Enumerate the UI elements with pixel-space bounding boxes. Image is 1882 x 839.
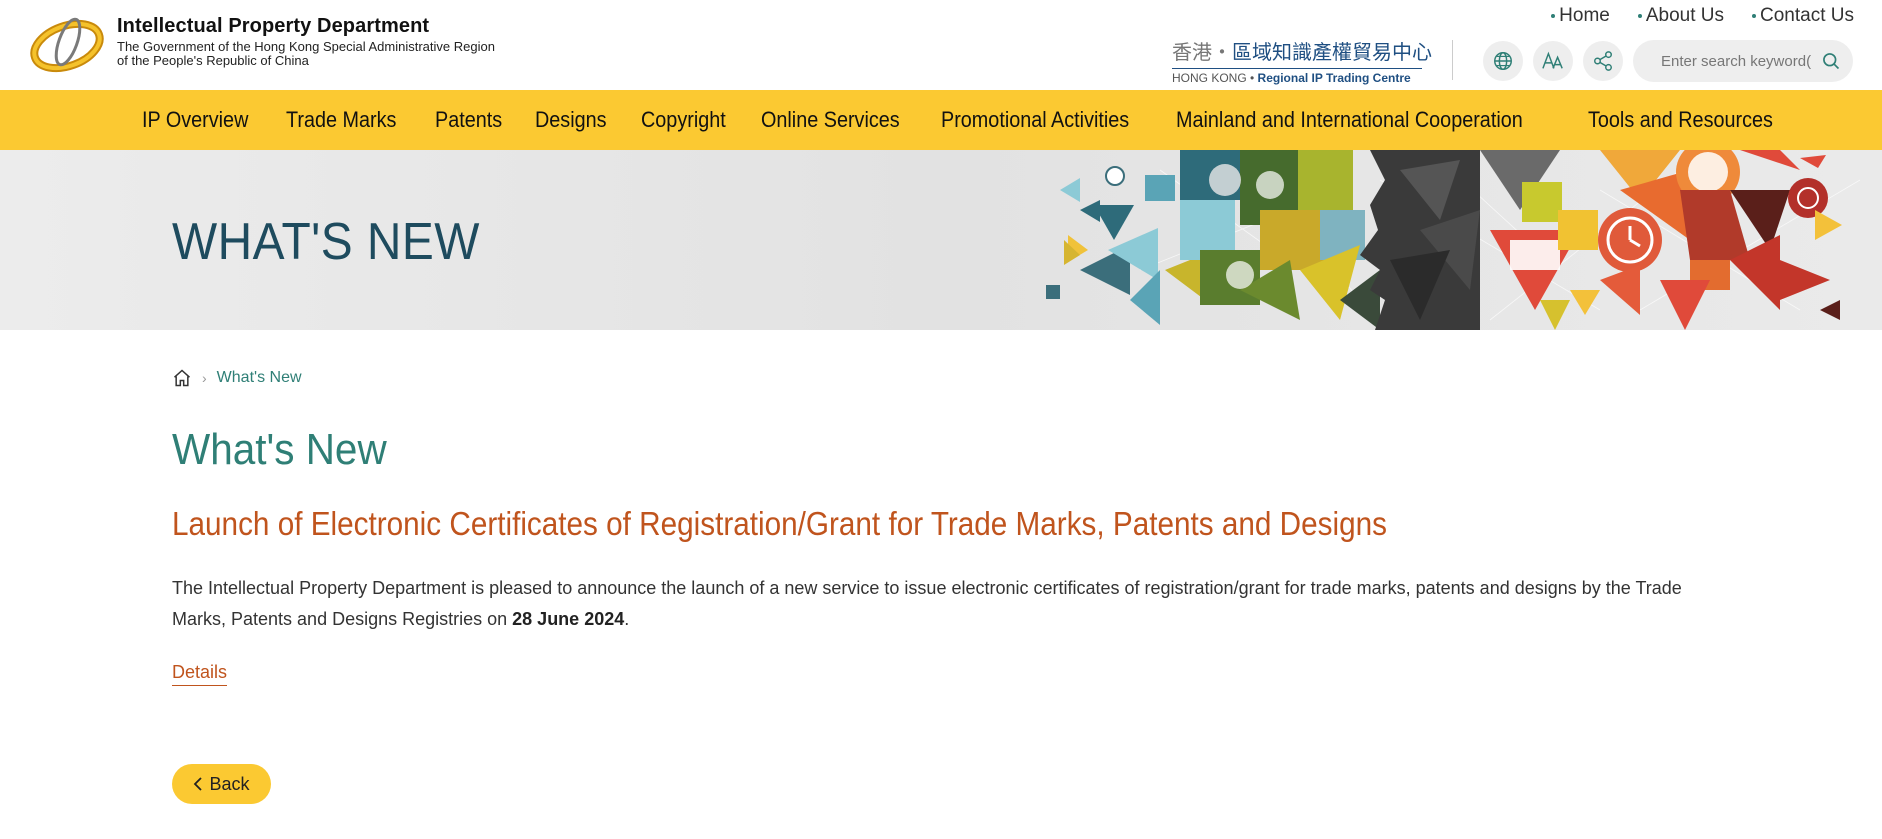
chevron-left-icon: [194, 777, 203, 791]
nav-trade-marks[interactable]: Trade Marks: [268, 90, 414, 150]
ipd-logo[interactable]: [28, 10, 106, 78]
nav-designs[interactable]: Designs: [517, 90, 625, 150]
ip-trading-en: HONG KONG • Regional IP Trading Centre: [1172, 71, 1411, 85]
news-body: The Intellectual Property Department is …: [172, 578, 1682, 629]
nav-online-services[interactable]: Online Services: [743, 90, 918, 150]
bullet-icon: [1752, 14, 1757, 18]
globe-icon: [1494, 52, 1512, 70]
government-line-2: of the People's Republic of China: [117, 53, 309, 68]
site-header: Intellectual Property Department The Gov…: [0, 0, 1882, 90]
header-divider: [1452, 40, 1453, 80]
contact-us-link[interactable]: Contact Us: [1752, 5, 1854, 27]
back-button-label: Back: [209, 773, 250, 794]
font-size-button[interactable]: [1533, 41, 1573, 81]
nav-copyright[interactable]: Copyright: [623, 90, 744, 150]
ip-trading-cn: 香港・區域知識產權貿易中心: [1172, 42, 1432, 64]
chevron-right-icon: ›: [202, 370, 207, 386]
home-link[interactable]: Home: [1551, 5, 1610, 27]
font-size-icon: [1542, 51, 1563, 69]
home-icon[interactable]: [172, 368, 192, 388]
banner-title: WHAT'S NEW: [172, 213, 480, 271]
nav-tools-resources[interactable]: Tools and Resources: [1570, 90, 1791, 150]
news-title: Launch of Electronic Certificates of Reg…: [172, 505, 1387, 542]
page-title: What's New: [172, 425, 387, 474]
share-button[interactable]: [1583, 41, 1623, 81]
nav-patents[interactable]: Patents: [417, 90, 520, 150]
top-links: Home About Us Contact Us: [1551, 5, 1854, 27]
department-name: Intellectual Property Department: [117, 15, 430, 37]
main-navigation: IP Overview Trade Marks Patents Designs …: [0, 90, 1882, 150]
search-box: [1633, 40, 1853, 82]
nav-mainland-international-cooperation[interactable]: Mainland and International Cooperation: [1158, 90, 1541, 150]
page-banner: WHAT'S NEW: [0, 150, 1882, 330]
nav-ip-overview[interactable]: IP Overview: [124, 90, 266, 150]
bullet-icon: [1551, 14, 1556, 18]
about-us-link[interactable]: About Us: [1637, 5, 1724, 27]
bullet-icon: [1637, 14, 1642, 18]
language-button[interactable]: [1483, 41, 1523, 81]
search-input[interactable]: [1661, 50, 1811, 72]
breadcrumb: › What's New: [172, 368, 302, 388]
search-icon[interactable]: [1821, 51, 1841, 71]
regional-ip-trading-centre-logo[interactable]: 香港・區域知識產權貿易中心 HONG KONG • Regional IP Tr…: [1172, 36, 1432, 85]
details-link[interactable]: Details: [172, 662, 228, 686]
ip-trading-rule: [1172, 68, 1422, 69]
announcement-date: 28 June 2024: [512, 609, 625, 629]
nav-promotional-activities[interactable]: Promotional Activities: [923, 90, 1147, 150]
breadcrumb-current[interactable]: What's New: [217, 369, 302, 387]
government-line-1: The Government of the Hong Kong Special …: [117, 39, 495, 54]
main-navigation-items: IP Overview Trade Marks Patents Designs …: [124, 90, 1815, 150]
share-icon: [1594, 51, 1612, 71]
banner-illustration: [1046, 150, 1861, 330]
back-button[interactable]: Back: [172, 764, 271, 804]
